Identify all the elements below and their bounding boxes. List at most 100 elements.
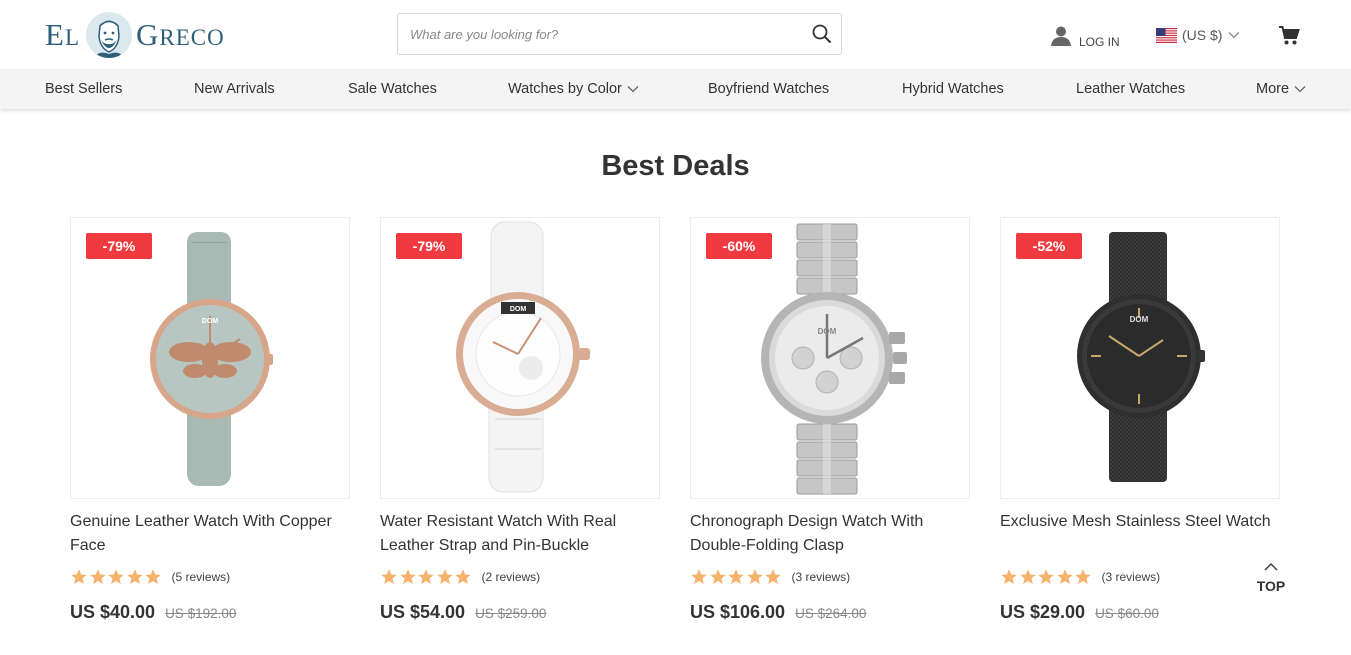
- review-count[interactable]: (3 reviews): [792, 570, 851, 584]
- original-price: US $60.00: [1095, 606, 1159, 621]
- cart-icon[interactable]: [1278, 24, 1300, 51]
- currency-selector[interactable]: (US $): [1156, 26, 1240, 44]
- price-block: US $54.00 US $259.00: [380, 602, 546, 623]
- nav-item-label: Best Sellers: [45, 81, 123, 97]
- site-header: EL GRECO LOG IN: [0, 0, 1351, 69]
- watch-image-icon: DOM: [150, 232, 273, 486]
- sale-price: US $40.00: [70, 602, 156, 622]
- original-price: US $259.00: [475, 606, 547, 621]
- product-rating: (2 reviews): [380, 569, 540, 585]
- star-rating: [690, 569, 783, 585]
- price-block: US $40.00 US $192.00: [70, 602, 236, 623]
- nav-item-label: More: [1256, 81, 1290, 97]
- discount-badge: -79%: [396, 233, 462, 259]
- star-icon: [71, 569, 87, 584]
- discount-badge: -60%: [706, 233, 772, 259]
- product-image[interactable]: -52% DOM: [1000, 217, 1280, 499]
- nav-item-label: Watches by Color: [508, 81, 622, 97]
- us-flag-icon: [1156, 27, 1177, 43]
- star-icon: [765, 569, 781, 584]
- chevron-down-icon: [1294, 69, 1306, 109]
- product-rating: (3 reviews): [690, 569, 850, 585]
- star-rating: [70, 569, 163, 585]
- nav-item-label: Sale Watches: [348, 81, 437, 97]
- star-icon: [728, 569, 744, 584]
- watch-image-icon: DOM: [761, 223, 907, 495]
- nav-item-best-sellers[interactable]: Best Sellers: [45, 69, 122, 109]
- price-block: US $29.00 US $60.00: [1000, 602, 1159, 623]
- search-icon[interactable]: [811, 23, 833, 45]
- original-price: US $192.00: [165, 606, 237, 621]
- nav-item-leather-watches[interactable]: Leather Watches: [1076, 69, 1185, 109]
- search-input[interactable]: [398, 14, 798, 54]
- product-image[interactable]: -79% DOM: [70, 217, 350, 499]
- star-rating: [1000, 569, 1093, 585]
- star-icon: [455, 569, 471, 584]
- main-nav: Best Sellers New Arrivals Sale Watches W…: [0, 69, 1351, 109]
- back-to-top-label: TOP: [1256, 578, 1286, 594]
- chevron-down-icon: [1228, 26, 1240, 44]
- nav-item-label: Boyfriend Watches: [708, 81, 830, 97]
- chevron-up-icon: [1264, 558, 1278, 575]
- star-icon: [418, 569, 434, 584]
- nav-item-sale-watches[interactable]: Sale Watches: [348, 69, 437, 109]
- sale-price: US $29.00: [1000, 602, 1086, 622]
- product-rating: (3 reviews): [1000, 569, 1160, 585]
- star-icon: [145, 569, 161, 584]
- watch-brand-label: DOM: [1130, 315, 1149, 324]
- section-title: Best Deals: [601, 150, 750, 182]
- original-price: US $264.00: [795, 606, 867, 621]
- back-to-top-button[interactable]: TOP: [1253, 558, 1289, 594]
- price-block: US $106.00 US $264.00: [690, 602, 866, 623]
- product-name[interactable]: Chronograph Design Watch With Double-Fol…: [690, 510, 970, 558]
- nav-item-label: New Arrivals: [194, 81, 275, 97]
- currency-label: (US $): [1182, 27, 1223, 43]
- logo-word-greco: GRECO: [136, 17, 225, 52]
- product-name[interactable]: Exclusive Mesh Stainless Steel Watch: [1000, 510, 1280, 534]
- login-link[interactable]: LOG IN: [1050, 25, 1120, 52]
- nav-item-more[interactable]: More: [1256, 69, 1306, 109]
- nav-item-new-arrivals[interactable]: New Arrivals: [194, 69, 275, 109]
- login-label: LOG IN: [1079, 34, 1120, 49]
- star-icon: [746, 569, 763, 584]
- star-icon: [89, 569, 106, 584]
- site-logo[interactable]: EL GRECO: [45, 12, 225, 58]
- review-count[interactable]: (5 reviews): [172, 570, 231, 584]
- discount-badge: -52%: [1016, 233, 1082, 259]
- user-icon: [1050, 25, 1072, 52]
- star-icon: [399, 569, 416, 584]
- star-icon: [381, 569, 397, 584]
- nav-item-label: Leather Watches: [1076, 81, 1186, 97]
- star-icon: [1001, 569, 1017, 584]
- watch-image-icon: DOM: [456, 221, 590, 493]
- star-rating: [380, 569, 473, 585]
- logo-word-el: EL: [45, 17, 80, 52]
- star-icon: [1056, 569, 1073, 584]
- review-count[interactable]: (2 reviews): [482, 570, 541, 584]
- product-name[interactable]: Genuine Leather Watch With Copper Face: [70, 510, 350, 558]
- nav-item-label: Hybrid Watches: [902, 81, 1004, 97]
- discount-badge: -79%: [86, 233, 152, 259]
- star-icon: [691, 569, 707, 584]
- product-name[interactable]: Water Resistant Watch With Real Leather …: [380, 510, 660, 558]
- star-icon: [126, 569, 143, 584]
- star-icon: [108, 569, 124, 584]
- watch-brand-label: DOM: [818, 327, 837, 336]
- product-image[interactable]: -79% DOM: [380, 217, 660, 499]
- review-count[interactable]: (3 reviews): [1102, 570, 1161, 584]
- nav-item-boyfriend-watches[interactable]: Boyfriend Watches: [708, 69, 829, 109]
- product-image[interactable]: -60% DOM: [690, 217, 970, 499]
- logo-face-icon: [86, 12, 132, 58]
- watch-brand-label: DOM: [202, 318, 219, 325]
- chevron-down-icon: [627, 69, 639, 109]
- watch-brand-label: DOM: [510, 306, 527, 313]
- search-box: [397, 13, 842, 55]
- star-icon: [436, 569, 453, 584]
- star-icon: [1019, 569, 1036, 584]
- nav-item-hybrid-watches[interactable]: Hybrid Watches: [902, 69, 1004, 109]
- product-rating: (5 reviews): [70, 569, 230, 585]
- watch-image-icon: DOM: [1077, 232, 1205, 482]
- nav-item-watches-by-color[interactable]: Watches by Color: [508, 69, 639, 109]
- star-icon: [1075, 569, 1091, 584]
- sale-price: US $106.00: [690, 602, 786, 622]
